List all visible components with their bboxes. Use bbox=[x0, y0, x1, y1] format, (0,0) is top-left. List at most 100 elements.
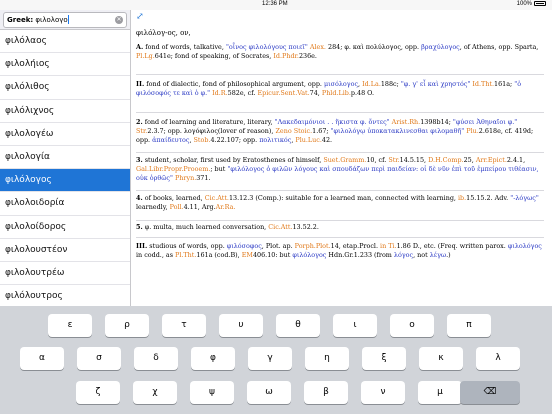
greek-word-link[interactable]: λόγος bbox=[394, 251, 413, 259]
key-ω[interactable]: ω bbox=[247, 381, 291, 404]
citation-link[interactable]: Poll. bbox=[170, 203, 184, 211]
citation-link[interactable]: Arr.Epict. bbox=[476, 156, 507, 164]
key-γ[interactable]: γ bbox=[248, 347, 292, 370]
citation-link[interactable]: D.H.Comp. bbox=[428, 156, 463, 164]
word-list-item[interactable]: φιλόλιχνος bbox=[0, 100, 130, 123]
greek-word-link[interactable]: φιλόλογος bbox=[292, 251, 326, 259]
key-μ[interactable]: μ bbox=[418, 381, 462, 404]
citation-link[interactable]: Pl.Tht. bbox=[175, 251, 196, 259]
key-υ[interactable]: υ bbox=[219, 314, 263, 337]
greek-word-link[interactable]: φιλολόγος bbox=[508, 242, 542, 250]
sense-number: 2. bbox=[136, 118, 143, 126]
word-list-item[interactable]: φιλολογέω bbox=[0, 123, 130, 146]
citation-link[interactable]: Epicur.Sent.Vat. bbox=[257, 89, 309, 97]
key-η[interactable]: η bbox=[305, 347, 349, 370]
key-ο[interactable]: ο bbox=[390, 314, 434, 337]
key-χ[interactable]: χ bbox=[133, 381, 177, 404]
quote: "οἶνος φιλολόγους ποιεῖ" bbox=[225, 43, 308, 51]
key-δ-label: δ bbox=[153, 353, 159, 363]
citation-link[interactable]: Phld.Lib. bbox=[322, 89, 351, 97]
word-list-item[interactable]: φιλόλαος bbox=[0, 30, 130, 54]
citation-link[interactable]: Id.R. bbox=[212, 89, 228, 97]
citation-link[interactable]: Plu. bbox=[466, 127, 479, 135]
key-ψ[interactable]: ψ bbox=[190, 381, 234, 404]
key-φ[interactable]: φ bbox=[191, 347, 235, 370]
citation-link[interactable]: Id.Tht. bbox=[472, 80, 494, 88]
clear-icon[interactable]: ✕ bbox=[115, 16, 123, 24]
citation-link[interactable]: Zeno Stoic. bbox=[275, 127, 312, 135]
citation-link[interactable]: Ar.Ra. bbox=[216, 203, 236, 211]
quote: "φιλολόγῳ ὑποκατακλινεσθαι φιλομαθῆ" bbox=[330, 127, 465, 136]
key-λ[interactable]: λ bbox=[476, 347, 520, 370]
word-list-item[interactable]: φιλολουστέον bbox=[0, 239, 130, 262]
word-list-item[interactable]: φιλολήιος bbox=[0, 53, 130, 77]
citation-link[interactable]: Cic.Att. bbox=[268, 223, 292, 231]
greek-word-link[interactable]: φιλόσοφος bbox=[227, 242, 262, 250]
search-input[interactable]: Greek: φιλολογο ✕ bbox=[3, 12, 127, 28]
word-list-item[interactable]: φιλόλογος bbox=[0, 169, 130, 193]
greek-word-link[interactable]: ἀπαίδευτος bbox=[152, 136, 189, 144]
greek-word-link[interactable]: βραχύλογος bbox=[421, 43, 460, 51]
citation-link[interactable]: Phryn. bbox=[175, 174, 196, 182]
citation-link[interactable]: in Ti. bbox=[380, 242, 397, 250]
word-list-item[interactable]: φιλολογία bbox=[0, 146, 130, 170]
citation-link[interactable]: Alex. bbox=[310, 43, 326, 51]
greek-word-link[interactable]: μισόλογος bbox=[324, 80, 358, 88]
citation-link[interactable]: Arist.Rh. bbox=[392, 118, 421, 126]
word-list-item[interactable]: φιλόλιθος bbox=[0, 76, 130, 100]
citation-link[interactable]: Cic.Att. bbox=[205, 194, 229, 202]
key-σ[interactable]: σ bbox=[77, 347, 121, 370]
key-κ[interactable]: κ bbox=[419, 347, 463, 370]
citation-link[interactable]: Gal.Libr.Propr.Prooem. bbox=[136, 165, 210, 173]
sense-number: A. bbox=[136, 43, 144, 51]
backspace-key[interactable]: ⌫ bbox=[460, 381, 520, 404]
key-ε-label: ε bbox=[67, 320, 73, 330]
sense-text: 582e, cf. bbox=[227, 89, 256, 98]
key-σ-label: σ bbox=[96, 353, 102, 363]
key-δ[interactable]: δ bbox=[134, 347, 178, 370]
citation-link[interactable]: Suet.Gramm. bbox=[323, 156, 366, 164]
key-π[interactable]: π bbox=[447, 314, 491, 337]
key-β[interactable]: β bbox=[304, 381, 348, 404]
citation-link[interactable]: Plu.Luc. bbox=[295, 136, 321, 144]
sense-text: , of Athens, opp. Sparta, bbox=[459, 43, 539, 51]
expand-icon[interactable]: ⤢ bbox=[136, 12, 146, 22]
word-list-item[interactable]: φιλολουτρέω bbox=[0, 262, 130, 286]
citation-link[interactable]: Porph.Plot. bbox=[295, 242, 331, 250]
sense-text: student, scholar, first used by Eratosth… bbox=[144, 156, 322, 164]
citation-link[interactable]: Id.Phdr. bbox=[273, 52, 299, 60]
key-ι[interactable]: ι bbox=[333, 314, 377, 337]
key-ζ[interactable]: ζ bbox=[76, 381, 120, 404]
entry-headword: φιλόλογ-ος, ον, bbox=[136, 29, 191, 37]
entry-view: ⤢ φιλόλογ-ος, ον, A. fond of words, talk… bbox=[132, 10, 552, 306]
citation-link[interactable]: Stob. bbox=[194, 136, 211, 144]
word-list-item[interactable]: φιλόλουτρος bbox=[0, 285, 130, 306]
citation-link[interactable]: Pl.Lg. bbox=[136, 52, 155, 60]
word-list-item[interactable]: φιλολοίδορος bbox=[0, 216, 130, 239]
key-ρ[interactable]: ρ bbox=[105, 314, 149, 337]
sense-number: II. bbox=[136, 80, 145, 88]
citation-link[interactable]: Str. bbox=[388, 156, 399, 164]
key-ε[interactable]: ε bbox=[48, 314, 92, 337]
greek-word-link[interactable]: πολιτικός bbox=[259, 136, 291, 144]
divider bbox=[136, 237, 544, 238]
word-list-item[interactable]: φιλολοιδορία bbox=[0, 192, 130, 216]
divider bbox=[136, 220, 544, 221]
sense-A: A. fond of words, talkative, "οἶνος φιλο… bbox=[136, 43, 544, 61]
key-θ[interactable]: θ bbox=[276, 314, 320, 337]
key-ν[interactable]: ν bbox=[361, 381, 405, 404]
key-ξ[interactable]: ξ bbox=[362, 347, 406, 370]
citation-link[interactable]: Id.La. bbox=[362, 80, 381, 88]
battery-percent: 100% bbox=[516, 1, 532, 7]
key-χ-label: χ bbox=[152, 387, 158, 397]
key-τ[interactable]: τ bbox=[162, 314, 206, 337]
sense-text: 15.15.2. Adv. bbox=[466, 194, 509, 202]
citation-link[interactable]: EM bbox=[242, 251, 253, 259]
citation-link[interactable]: Str. bbox=[136, 127, 147, 135]
key-α[interactable]: α bbox=[20, 347, 64, 370]
key-η-label: η bbox=[324, 353, 330, 363]
citation-link[interactable]: ib. bbox=[458, 194, 466, 202]
sense-text: 25, bbox=[463, 156, 474, 164]
greek-word-link[interactable]: λέγω bbox=[430, 251, 446, 259]
divider bbox=[136, 190, 544, 191]
